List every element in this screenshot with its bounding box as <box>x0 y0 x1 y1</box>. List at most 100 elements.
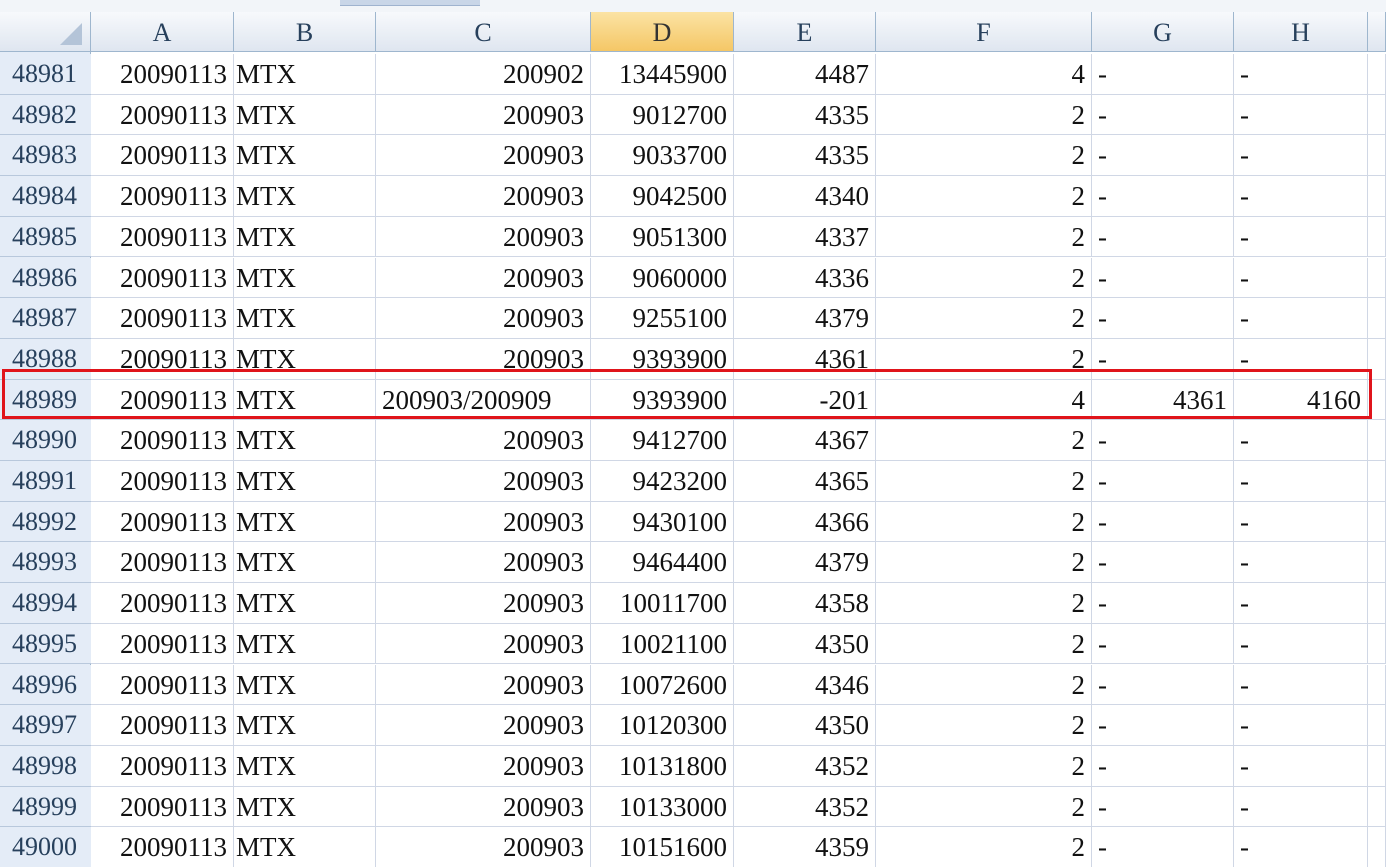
row-header[interactable]: 48990 <box>0 420 91 461</box>
row-header[interactable]: 48981 <box>0 54 91 95</box>
cell-f[interactable]: 2 <box>876 501 1092 543</box>
cell-c[interactable]: 200903 <box>376 298 591 339</box>
cell-a[interactable]: 20090113 <box>91 257 234 299</box>
column-header-g[interactable]: G <box>1092 12 1234 51</box>
cell-g[interactable]: - <box>1092 461 1234 502</box>
cell-next[interactable] <box>1368 542 1386 584</box>
cell-a[interactable]: 20090113 <box>91 542 234 584</box>
column-header-next[interactable] <box>1368 12 1386 51</box>
cell-c[interactable]: 200903 <box>376 94 591 136</box>
cell-d[interactable]: 9393900 <box>591 338 734 380</box>
cell-f[interactable]: 2 <box>876 216 1092 258</box>
cell-h[interactable]: 4160 <box>1234 379 1368 421</box>
cell-d[interactable]: 9042500 <box>591 176 734 217</box>
cell-e[interactable]: 4366 <box>734 501 876 543</box>
cell-e[interactable]: 4367 <box>734 420 876 461</box>
cell-h[interactable]: - <box>1234 216 1368 258</box>
cell-d[interactable]: 9430100 <box>591 501 734 543</box>
cell-c[interactable]: 200903 <box>376 786 591 828</box>
cell-c[interactable]: 200903 <box>376 542 591 584</box>
cell-c[interactable]: 200903 <box>376 623 591 665</box>
row-header[interactable]: 48982 <box>0 94 91 136</box>
cell-c[interactable]: 200903 <box>376 664 591 706</box>
cell-a[interactable]: 20090113 <box>91 786 234 828</box>
cell-c[interactable]: 200903 <box>376 705 591 746</box>
cell-h[interactable]: - <box>1234 338 1368 380</box>
cell-h[interactable]: - <box>1234 786 1368 828</box>
cell-d[interactable]: 13445900 <box>591 54 734 95</box>
cell-a[interactable]: 20090113 <box>91 420 234 461</box>
cell-c[interactable]: 200903 <box>376 216 591 258</box>
cell-f[interactable]: 2 <box>876 257 1092 299</box>
cell-next[interactable] <box>1368 216 1386 258</box>
cell-next[interactable] <box>1368 705 1386 746</box>
cell-h[interactable]: - <box>1234 176 1368 217</box>
cell-g[interactable]: - <box>1092 94 1234 136</box>
cell-g[interactable]: - <box>1092 298 1234 339</box>
cell-g[interactable]: - <box>1092 501 1234 543</box>
row-header[interactable]: 48991 <box>0 461 91 502</box>
row-header[interactable]: 48998 <box>0 745 91 787</box>
cell-b[interactable]: MTX <box>234 94 376 136</box>
column-header-a[interactable]: A <box>91 12 234 51</box>
cell-h[interactable]: - <box>1234 745 1368 787</box>
cell-g[interactable]: - <box>1092 664 1234 706</box>
cell-g[interactable]: - <box>1092 54 1234 95</box>
cell-c[interactable]: 200903 <box>376 501 591 543</box>
cell-g[interactable]: - <box>1092 338 1234 380</box>
row-header[interactable]: 48988 <box>0 338 91 380</box>
cell-d[interactable]: 10133000 <box>591 786 734 828</box>
cell-a[interactable]: 20090113 <box>91 461 234 502</box>
cell-h[interactable]: - <box>1234 94 1368 136</box>
row-header[interactable]: 49000 <box>0 827 91 867</box>
cell-e[interactable]: 4346 <box>734 664 876 706</box>
cell-b[interactable]: MTX <box>234 827 376 867</box>
cell-a[interactable]: 20090113 <box>91 745 234 787</box>
row-header[interactable]: 48993 <box>0 542 91 584</box>
cell-g[interactable]: - <box>1092 623 1234 665</box>
cell-c[interactable]: 200903 <box>376 135 591 177</box>
cell-a[interactable]: 20090113 <box>91 623 234 665</box>
cell-e[interactable]: 4361 <box>734 338 876 380</box>
cell-e[interactable]: 4358 <box>734 583 876 624</box>
cell-e[interactable]: 4352 <box>734 745 876 787</box>
cell-a[interactable]: 20090113 <box>91 135 234 177</box>
cell-g[interactable]: - <box>1092 257 1234 299</box>
cell-c[interactable]: 200903 <box>376 461 591 502</box>
cell-f[interactable]: 2 <box>876 176 1092 217</box>
cell-d[interactable]: 10131800 <box>591 745 734 787</box>
cell-d[interactable]: 10011700 <box>591 583 734 624</box>
cell-e[interactable]: 4359 <box>734 827 876 867</box>
cell-b[interactable]: MTX <box>234 583 376 624</box>
cell-e[interactable]: 4336 <box>734 257 876 299</box>
cell-c[interactable]: 200903 <box>376 176 591 217</box>
cell-e[interactable]: 4379 <box>734 298 876 339</box>
cell-b[interactable]: MTX <box>234 745 376 787</box>
cell-b[interactable]: MTX <box>234 664 376 706</box>
cell-d[interactable]: 9393900 <box>591 379 734 421</box>
cell-a[interactable]: 20090113 <box>91 54 234 95</box>
cell-next[interactable] <box>1368 664 1386 706</box>
cell-g[interactable]: - <box>1092 176 1234 217</box>
row-header[interactable]: 48989 <box>0 379 91 421</box>
cell-a[interactable]: 20090113 <box>91 705 234 746</box>
cell-e[interactable]: 4350 <box>734 705 876 746</box>
cell-c[interactable]: 200902 <box>376 54 591 95</box>
cell-f[interactable]: 2 <box>876 461 1092 502</box>
cell-a[interactable]: 20090113 <box>91 216 234 258</box>
cell-a[interactable]: 20090113 <box>91 94 234 136</box>
cell-next[interactable] <box>1368 501 1386 543</box>
cell-g[interactable]: - <box>1092 786 1234 828</box>
cell-f[interactable]: 2 <box>876 623 1092 665</box>
cell-g[interactable]: - <box>1092 420 1234 461</box>
cell-c[interactable]: 200903/200909 <box>376 379 591 421</box>
cell-c[interactable]: 200903 <box>376 257 591 299</box>
column-header-c[interactable]: C <box>376 12 591 51</box>
cell-next[interactable] <box>1368 176 1386 217</box>
row-header[interactable]: 48983 <box>0 135 91 177</box>
row-header[interactable]: 48997 <box>0 705 91 746</box>
cell-c[interactable]: 200903 <box>376 338 591 380</box>
cell-next[interactable] <box>1368 827 1386 867</box>
column-header-f[interactable]: F <box>876 12 1092 51</box>
cell-f[interactable]: 2 <box>876 420 1092 461</box>
